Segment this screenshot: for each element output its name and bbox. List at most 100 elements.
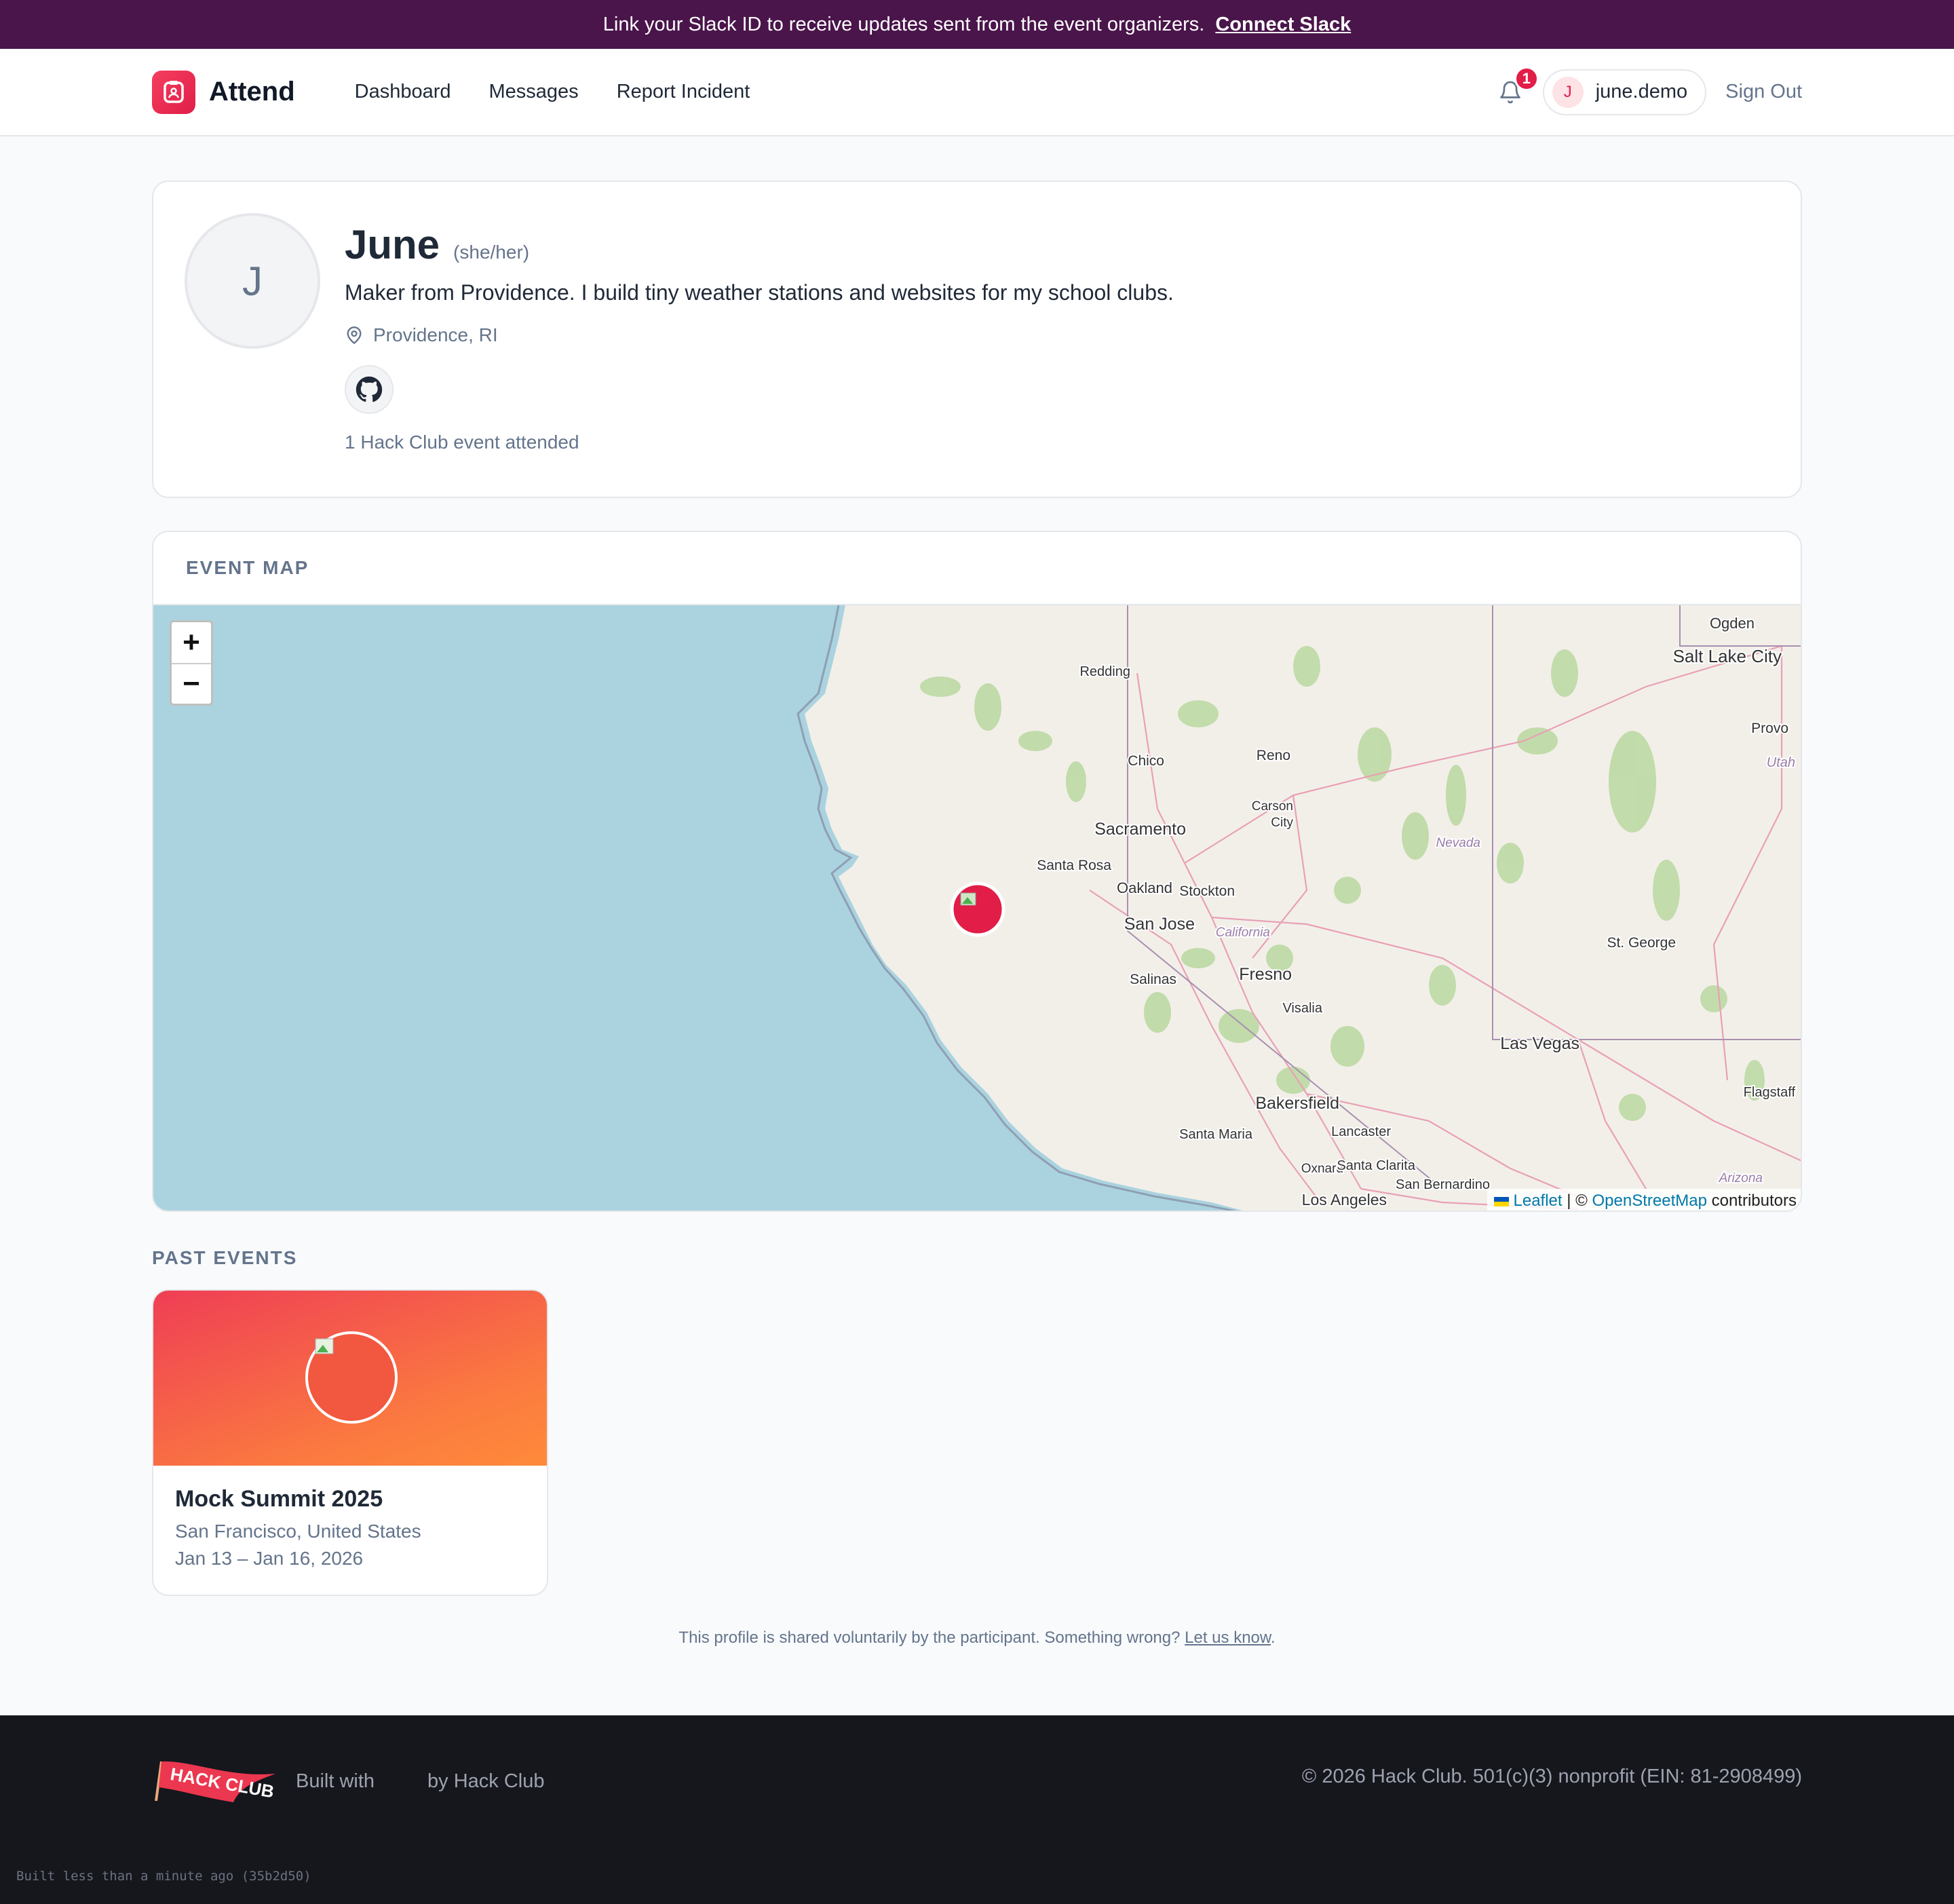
- nav-messages[interactable]: Messages: [489, 81, 579, 103]
- map-label: Salt Lake City: [1673, 646, 1782, 666]
- build-info: Built less than a minute ago (35b2d50): [16, 1869, 311, 1884]
- park: [1402, 812, 1429, 860]
- map-label: Flagstaff: [1744, 1085, 1796, 1100]
- map-label: Bakersfield: [1255, 1094, 1339, 1113]
- map-zoom-control: + −: [170, 620, 213, 706]
- park: [1066, 761, 1086, 802]
- profile-info: June (she/her) Maker from Providence. I …: [345, 221, 1174, 453]
- slack-banner: Link your Slack ID to receive updates se…: [0, 0, 1954, 49]
- park: [1653, 860, 1680, 921]
- map-label: Visalia: [1282, 1001, 1322, 1016]
- by-hack-club-link[interactable]: by Hack Club: [427, 1770, 544, 1793]
- leaflet-link[interactable]: Leaflet: [1514, 1192, 1563, 1210]
- event-map[interactable]: Ogden Salt Lake City Redding Provo Utah Chico…: [153, 605, 1802, 1212]
- profile-location-text: Providence, RI: [373, 324, 498, 345]
- map-label: California: [1216, 926, 1270, 940]
- notification-count-badge: 1: [1514, 66, 1539, 91]
- map-label: San Bernardino: [1396, 1177, 1490, 1192]
- profile-disclaimer: This profile is shared voluntarily by th…: [678, 1629, 1276, 1647]
- map-label: Nevada: [1436, 836, 1481, 850]
- park: [1178, 700, 1219, 727]
- park: [1446, 765, 1466, 826]
- event-dates: Jan 13 – Jan 16, 2026: [175, 1548, 364, 1569]
- map-tiles[interactable]: Ogden Salt Lake City Redding Provo Utah Chico…: [153, 605, 1802, 1212]
- event-name: Mock Summit 2025: [175, 1486, 383, 1512]
- map-label: Reno: [1257, 748, 1290, 763]
- nav-links: Dashboard Messages Report Incident: [355, 81, 750, 103]
- map-label: Sacramento: [1094, 820, 1186, 839]
- map-label: Oakland: [1117, 879, 1172, 896]
- ukraine-flag-icon: [1493, 1196, 1509, 1206]
- event-logo-image: [305, 1331, 398, 1424]
- username: june.demo: [1595, 81, 1688, 102]
- park: [1293, 646, 1320, 687]
- park: [1497, 843, 1524, 883]
- map-label: Fresno: [1239, 965, 1292, 984]
- profile-pronouns: (she/her): [453, 242, 530, 263]
- map-label: City: [1271, 816, 1293, 830]
- notifications-button[interactable]: 1: [1494, 66, 1539, 109]
- attribution-contributors: contributors: [1706, 1192, 1797, 1210]
- park: [1181, 948, 1215, 968]
- map-label: Los Angeles: [1302, 1191, 1387, 1208]
- park: [1276, 1067, 1310, 1094]
- openstreetmap-link[interactable]: OpenStreetMap: [1592, 1192, 1707, 1210]
- profile-name: June: [345, 222, 440, 267]
- park: [1551, 649, 1578, 697]
- brand-logo[interactable]: Attend: [152, 70, 295, 114]
- nav-dashboard[interactable]: Dashboard: [355, 81, 451, 103]
- park: [1144, 992, 1171, 1033]
- event-marker[interactable]: [950, 881, 1005, 937]
- disclaimer-text: This profile is shared voluntarily by th…: [678, 1629, 1181, 1647]
- map-label: Carson: [1252, 799, 1293, 814]
- sign-out-button[interactable]: Sign Out: [1725, 81, 1802, 103]
- github-link[interactable]: [345, 365, 394, 414]
- hack-club-flag-logo[interactable]: HACK CLUB: [152, 1757, 277, 1805]
- user-avatar: J: [1552, 76, 1584, 108]
- let-us-know-link[interactable]: Let us know: [1185, 1629, 1271, 1647]
- connect-slack-link[interactable]: Connect Slack: [1215, 14, 1351, 36]
- map-label: Santa Maria: [1179, 1127, 1253, 1142]
- zoom-in-button[interactable]: +: [172, 622, 211, 663]
- park: [1619, 1094, 1646, 1121]
- name-row: June (she/her): [345, 221, 1174, 268]
- event-location: San Francisco, United States: [175, 1521, 421, 1542]
- map-label: Santa Clarita: [1337, 1158, 1415, 1173]
- park: [1700, 985, 1727, 1012]
- navbar: Attend Dashboard Messages Report Inciden…: [0, 49, 1954, 136]
- map-label: Ogden: [1710, 615, 1755, 632]
- footer: HACK CLUB Built with by Hack Club © 2026…: [0, 1715, 1954, 1904]
- brand-name: Attend: [209, 77, 295, 107]
- park: [1609, 731, 1656, 833]
- map-label: Las Vegas: [1500, 1034, 1579, 1053]
- attribution-separator: | ©: [1562, 1192, 1592, 1210]
- park: [1330, 1026, 1364, 1067]
- footer-left: HACK CLUB Built with by Hack Club: [152, 1757, 545, 1805]
- github-icon: [356, 376, 383, 402]
- slack-banner-text: Link your Slack ID to receive updates se…: [602, 13, 1205, 35]
- profile-card: J June (she/her) Maker from Providence. …: [152, 180, 1802, 498]
- park: [974, 683, 1001, 731]
- nav-report-incident[interactable]: Report Incident: [617, 81, 750, 103]
- event-card[interactable]: Mock Summit 2025 San Francisco, United S…: [152, 1289, 548, 1596]
- park: [920, 677, 961, 697]
- park: [1429, 965, 1456, 1006]
- zoom-out-button[interactable]: −: [172, 663, 211, 704]
- map-label: St. George: [1607, 935, 1676, 951]
- event-map-title: EVENT MAP: [153, 532, 1801, 605]
- user-menu-button[interactable]: J june.demo: [1542, 69, 1707, 115]
- map-attribution: Leaflet | © OpenStreetMap contributors: [1487, 1189, 1801, 1211]
- nav-right: 1 J june.demo Sign Out: [1494, 66, 1802, 115]
- map-label: Salinas: [1130, 972, 1176, 987]
- event-banner: [153, 1291, 547, 1466]
- map-label: Lancaster: [1331, 1124, 1391, 1139]
- map-label: Santa Rosa: [1037, 858, 1111, 873]
- map-label: Redding: [1079, 664, 1130, 679]
- map-label: San Jose: [1124, 915, 1195, 934]
- map-pin-icon: [347, 326, 362, 344]
- map-label: Chico: [1128, 753, 1164, 769]
- profile-avatar: J: [185, 213, 320, 349]
- map-label: Utah: [1767, 755, 1795, 770]
- past-events-title: PAST EVENTS: [152, 1247, 298, 1268]
- map-label: Arizona: [1719, 1171, 1763, 1185]
